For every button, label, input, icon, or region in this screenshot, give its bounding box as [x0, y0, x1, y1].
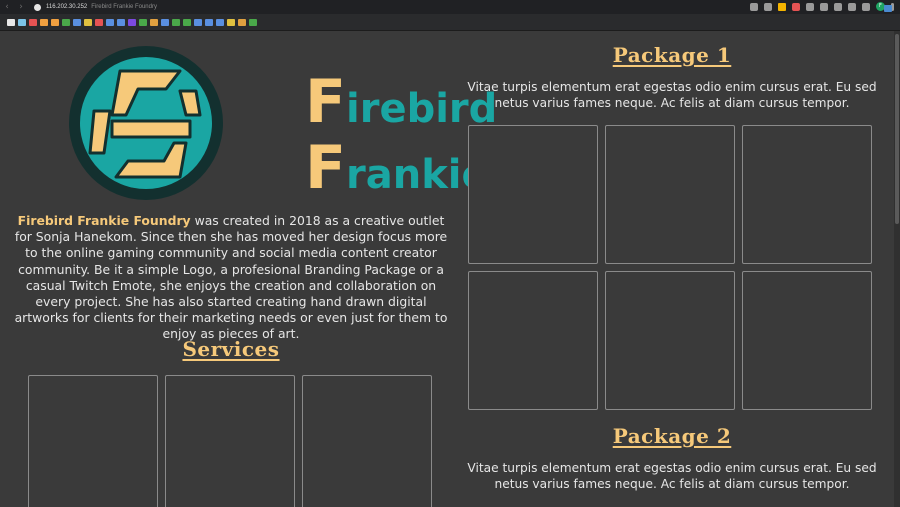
- other-bookmarks-folder-icon[interactable]: [884, 5, 892, 12]
- browser-toolbar: ‹ › 116.202.30.252 Firebird Frankie Foun…: [0, 0, 900, 14]
- toolbar-actions: F: [750, 2, 894, 11]
- bookmark-favicon-icon[interactable]: [172, 18, 180, 26]
- bookmark-favicon-icon[interactable]: [205, 18, 213, 26]
- page-content: Firebird Frankie Firebird Frankie Foundr…: [0, 31, 894, 507]
- forward-arrow-icon[interactable]: ›: [14, 0, 28, 14]
- brand-logo[interactable]: Firebird Frankie: [68, 45, 497, 203]
- bookmark-favicon-icon[interactable]: [62, 18, 70, 26]
- service-card[interactable]: [165, 375, 295, 507]
- bookmark-favicon-icon[interactable]: [238, 18, 246, 26]
- bookmark-favicon-icon[interactable]: [106, 18, 114, 26]
- logo-word-frankie: Frankie: [305, 133, 489, 203]
- bookmark-favicon-icon[interactable]: [150, 18, 158, 26]
- bookmark-favicon-icon[interactable]: [73, 18, 81, 26]
- bookmark-favicon-icon[interactable]: [95, 18, 103, 26]
- download-icon[interactable]: [820, 2, 828, 11]
- bookmark-favicon-icon[interactable]: [29, 18, 37, 26]
- package-1-card[interactable]: [468, 271, 598, 410]
- package-2-description: Vitae turpis elementum erat egestas odio…: [467, 461, 877, 491]
- services-title: Services: [182, 337, 280, 361]
- bookmark-favicon-icon[interactable]: [183, 18, 191, 26]
- bookmark-favicon-icon[interactable]: [249, 18, 257, 26]
- bookmark-favicon-icon[interactable]: [51, 18, 59, 26]
- extensions-icon[interactable]: [806, 2, 814, 11]
- bookmark-favicon-icon[interactable]: [84, 18, 92, 26]
- service-card[interactable]: [28, 375, 158, 507]
- bookmark-favicon-icon[interactable]: [194, 18, 202, 26]
- reading-list-icon[interactable]: [848, 2, 856, 11]
- bookmark-favicon-icon[interactable]: [117, 18, 125, 26]
- bookmark-favicon-icon[interactable]: [227, 18, 235, 26]
- translate-icon[interactable]: [764, 2, 772, 11]
- package-1-card[interactable]: [468, 125, 598, 264]
- scrollbar-thumb[interactable]: [895, 34, 899, 224]
- bookmark-favicon-icon[interactable]: [216, 18, 224, 26]
- bookmark-star-icon[interactable]: [778, 2, 786, 11]
- site-info-icon[interactable]: [34, 3, 41, 11]
- package-1-description: Vitae turpis elementum erat egestas odio…: [467, 80, 877, 110]
- tab-title: Firebird Frankie Foundry: [91, 4, 157, 10]
- bookmark-favicon-icon[interactable]: [139, 18, 147, 26]
- intro-brand-name: Firebird Frankie Foundry: [17, 213, 191, 228]
- intro-paragraph: Firebird Frankie Foundry was created in …: [14, 213, 448, 343]
- bookmark-favicon-icon[interactable]: [128, 18, 136, 26]
- package-1-card[interactable]: [605, 125, 735, 264]
- back-arrow-icon[interactable]: ‹: [0, 0, 14, 14]
- bookmark-favicon-icon[interactable]: [161, 18, 169, 26]
- package-1-card[interactable]: [742, 125, 872, 264]
- package-1-title: Package 1: [612, 43, 732, 67]
- bookmark-favicon-icon[interactable]: [18, 18, 26, 26]
- share-icon[interactable]: [750, 2, 758, 11]
- sidebar-icon[interactable]: [862, 2, 870, 11]
- service-card[interactable]: [302, 375, 432, 507]
- bookmarks-bar: [0, 14, 900, 31]
- logo-emblem-icon: [69, 46, 223, 200]
- intro-text: was created in 2018 as a creative outlet…: [14, 213, 448, 342]
- package-2-title: Package 2: [612, 424, 732, 448]
- package-1-card[interactable]: [742, 271, 872, 410]
- package-1-card[interactable]: [605, 271, 735, 410]
- url-host[interactable]: 116.202.30.252: [46, 4, 87, 10]
- bookmark-favicon-icon[interactable]: [7, 18, 15, 26]
- extension-icon[interactable]: [792, 2, 800, 11]
- bookmark-favicon-icon[interactable]: [40, 18, 48, 26]
- cast-icon[interactable]: [834, 2, 842, 11]
